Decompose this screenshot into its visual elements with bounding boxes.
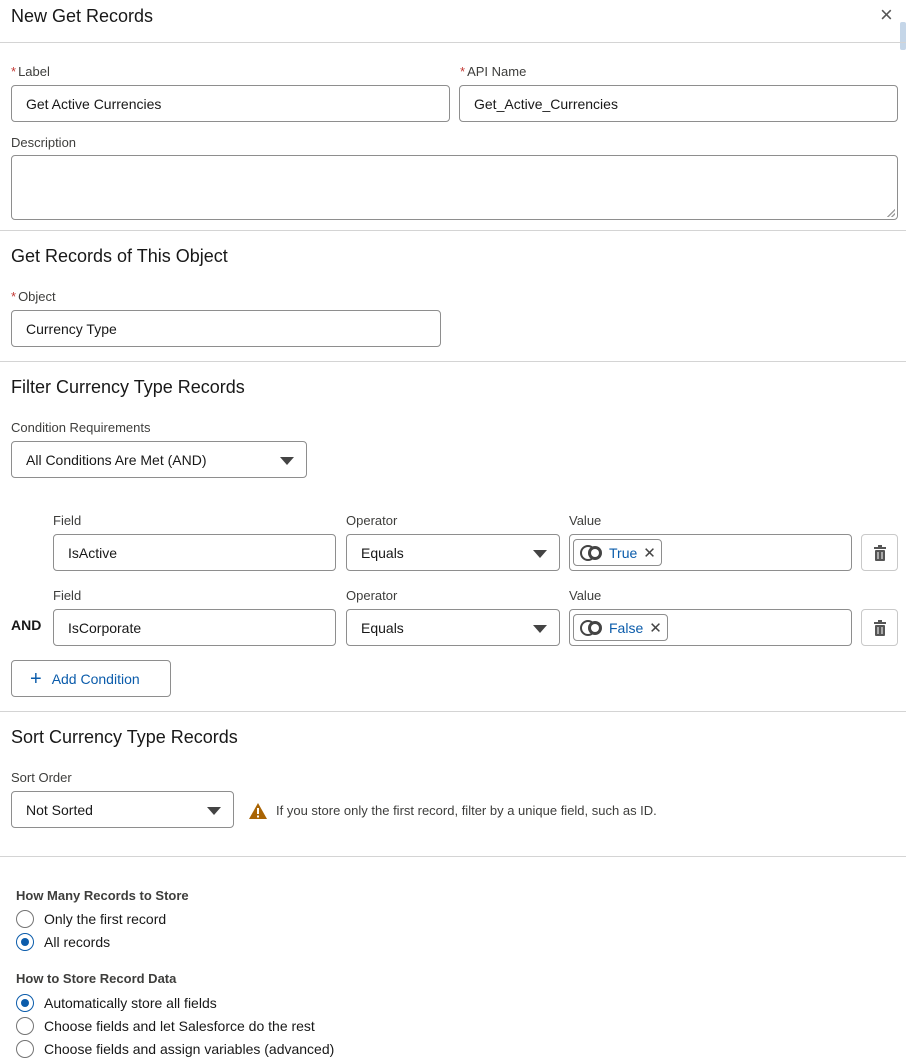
chevron-down-icon [533,625,547,633]
condition-1-value-pill[interactable]: True ✕ [573,539,662,566]
condition-1-value-input[interactable]: True ✕ [569,534,852,571]
boolean-resource-icon [580,619,602,636]
boolean-resource-icon [580,544,602,561]
plus-icon: + [30,667,42,690]
delete-condition-2-button[interactable] [861,609,898,646]
condition-2-value-input[interactable]: False ✕ [569,609,852,646]
sort-section-title: Sort Currency Type Records [11,727,238,747]
add-condition-button[interactable]: + Add Condition [11,660,171,697]
condition-1-field-input[interactable]: IsActive [53,534,336,571]
condition-1-value-label: Value [569,513,602,528]
radio-button[interactable] [16,1040,34,1058]
condition-1-field-label: Field [53,513,82,528]
radio-choose-fields-salesforce[interactable]: Choose fields and let Salesforce do the … [16,1017,315,1035]
label-input[interactable]: Get Active Currencies [11,85,450,122]
sort-warning-text: If you store only the first record, filt… [276,803,657,818]
condition-1-operator-label: Operator [346,513,398,528]
chevron-down-icon [533,550,547,558]
radio-auto-store-all-fields[interactable]: Automatically store all fields [16,994,217,1012]
scrollbar-thumb[interactable] [900,22,906,50]
warning-icon [249,803,267,819]
sort-order-select[interactable]: Not Sorted [11,791,234,828]
chevron-down-icon [207,807,221,815]
radio-only-first-record[interactable]: Only the first record [16,910,166,928]
radio-button-selected[interactable] [16,994,34,1012]
radio-button[interactable] [16,1017,34,1035]
condition-requirements-label: Condition Requirements [11,420,151,435]
how-to-store-label: How to Store Record Data [16,971,177,986]
label-field-label: * Label [11,64,50,79]
radio-button[interactable] [16,910,34,928]
condition-2-operator-select[interactable]: Equals [346,609,560,646]
object-section-title: Get Records of This Object [11,246,228,266]
condition-requirements-select[interactable]: All Conditions Are Met (AND) [11,441,307,478]
condition-2-value-pill[interactable]: False ✕ [573,614,668,641]
api-name-input[interactable]: Get_Active_Currencies [459,85,898,122]
modal-title: New Get Records [11,6,154,26]
radio-all-records[interactable]: All records [16,933,110,951]
object-input[interactable]: Currency Type [11,310,441,347]
close-icon[interactable]: × [880,2,893,28]
condition-2-value-label: Value [569,588,602,603]
remove-pill-icon[interactable]: ✕ [649,619,662,637]
how-many-records-label: How Many Records to Store [16,888,189,903]
sort-order-label: Sort Order [11,770,72,785]
description-label: Description [11,135,77,150]
chevron-down-icon [280,457,294,465]
trash-icon [873,619,886,636]
radio-choose-fields-assign-variables[interactable]: Choose fields and assign variables (adva… [16,1040,334,1058]
condition-2-field-input[interactable]: IsCorporate [53,609,336,646]
resize-grip-icon[interactable] [887,209,895,217]
filter-section-title: Filter Currency Type Records [11,377,245,397]
trash-icon [873,544,886,561]
api-name-field-label: * API Name [460,64,527,79]
radio-button-selected[interactable] [16,933,34,951]
description-textarea[interactable] [11,155,898,220]
object-field-label: * Object [11,289,56,304]
condition-2-operator-label: Operator [346,588,398,603]
condition-2-logic-prefix: AND [11,617,42,633]
condition-2-field-label: Field [53,588,82,603]
remove-pill-icon[interactable]: ✕ [643,544,656,562]
condition-1-operator-select[interactable]: Equals [346,534,560,571]
delete-condition-1-button[interactable] [861,534,898,571]
